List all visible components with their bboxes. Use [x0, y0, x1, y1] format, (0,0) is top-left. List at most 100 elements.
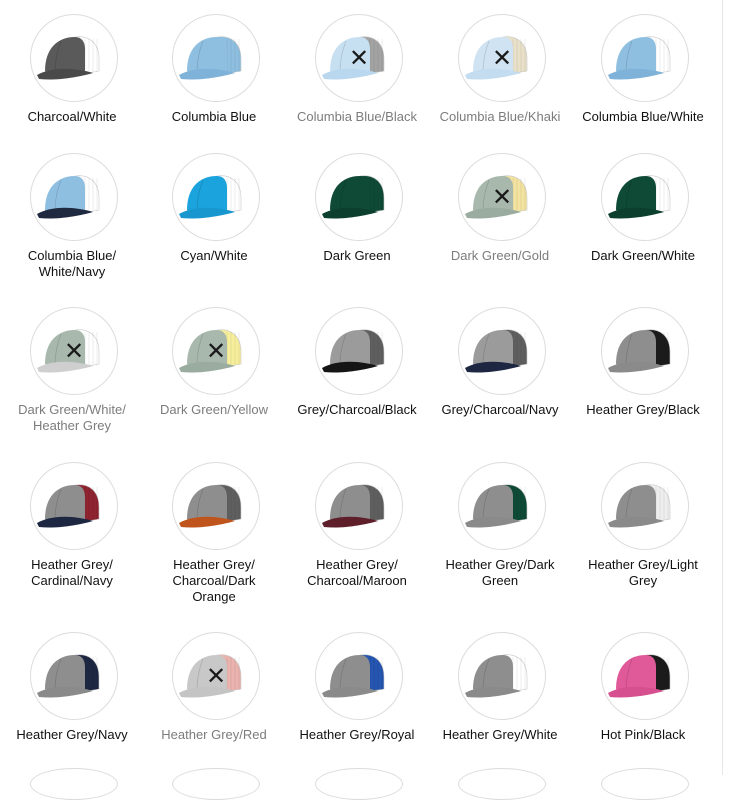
swatch-label: Dark Green/Yellow	[160, 402, 268, 417]
swatch-label: Columbia Blue	[171, 109, 257, 124]
swatch-label: Columbia Blue/White	[582, 109, 704, 124]
cap-image	[322, 175, 385, 219]
cap-image	[37, 484, 100, 528]
swatch-circle[interactable]	[601, 153, 689, 241]
swatch-label: Heather Grey/ Charcoal/Maroon	[307, 557, 407, 588]
color-swatch-option[interactable]: Dark Green/White	[573, 139, 713, 289]
unavailable-x-icon: ✕	[205, 662, 227, 690]
color-swatch-option[interactable]: Heather Grey/Royal	[287, 618, 427, 768]
swatch-circle[interactable]: ✕	[315, 14, 403, 102]
cap-image	[608, 36, 671, 80]
swatch-circle[interactable]	[315, 307, 403, 395]
swatch-circle[interactable]	[601, 632, 689, 720]
unavailable-x-icon: ✕	[63, 337, 85, 365]
cap-image	[465, 484, 528, 528]
color-swatch-option[interactable]: Heather Grey/Black	[573, 293, 713, 443]
cap-image	[608, 329, 671, 373]
unavailable-x-icon: ✕	[205, 337, 227, 365]
swatch-label: Heather Grey/Light Grey	[588, 557, 698, 588]
swatch-label: Charcoal/White	[27, 109, 117, 124]
cap-image	[608, 484, 671, 528]
cap-image	[465, 329, 528, 373]
color-swatch-option[interactable]: Dark Green	[287, 139, 427, 289]
swatch-circle[interactable]	[30, 153, 118, 241]
color-swatch-option[interactable]: Heather Grey/Light Grey	[573, 448, 713, 598]
swatch-circle[interactable]	[458, 632, 546, 720]
cap-image	[37, 36, 100, 80]
swatch-label: Hot Pink/Black	[600, 727, 686, 742]
swatch-circle[interactable]: ✕	[458, 153, 546, 241]
color-swatch-grid: Charcoal/White Columbia Blue ✕ Columbia Blu…	[0, 0, 722, 775]
cap-image	[608, 175, 671, 219]
color-swatch-option[interactable]: Grey/Charcoal/Black	[287, 293, 427, 443]
color-swatch-option[interactable]: Heather Grey/Dark Green	[430, 448, 570, 598]
cap-image	[179, 36, 242, 80]
cap-image	[179, 484, 242, 528]
color-swatch-option[interactable]: Cyan/White	[144, 139, 284, 289]
swatch-circle[interactable]	[30, 14, 118, 102]
color-swatch-option[interactable]: Heather Grey/ Charcoal/Maroon	[287, 448, 427, 598]
next-row-swatch-peek[interactable]	[315, 768, 403, 800]
swatch-label: Columbia Blue/Khaki	[439, 109, 561, 124]
swatch-label: Heather Grey/ Cardinal/Navy	[31, 557, 113, 588]
swatch-circle[interactable]	[30, 462, 118, 550]
swatch-label: Heather Grey/Black	[586, 402, 700, 417]
color-swatch-option[interactable]: Heather Grey/ Charcoal/Dark Orange	[144, 448, 284, 604]
color-swatch-option[interactable]: ✕ Dark Green/Gold	[430, 139, 570, 289]
swatch-label: Dark Green/Gold	[450, 248, 550, 263]
swatch-label: Heather Grey/Dark Green	[445, 557, 555, 588]
swatch-circle[interactable]	[458, 462, 546, 550]
swatch-circle[interactable]	[601, 462, 689, 550]
color-swatch-option[interactable]: Columbia Blue/White	[573, 0, 713, 150]
color-swatch-option[interactable]: Hot Pink/Black	[573, 618, 713, 768]
cap-image	[322, 654, 385, 698]
swatch-circle[interactable]	[172, 153, 260, 241]
color-swatch-option[interactable]: ✕ Columbia Blue/Khaki	[430, 0, 570, 150]
color-swatch-option[interactable]: Grey/Charcoal/Navy	[430, 293, 570, 443]
swatch-circle[interactable]	[172, 14, 260, 102]
color-swatch-option[interactable]: ✕ Dark Green/White/ Heather Grey	[2, 293, 142, 443]
cap-image	[322, 329, 385, 373]
color-swatch-option[interactable]: Heather Grey/White	[430, 618, 570, 768]
cap-image	[322, 484, 385, 528]
color-swatch-option[interactable]: Heather Grey/ Cardinal/Navy	[2, 448, 142, 598]
swatch-label: Dark Green	[323, 248, 391, 263]
color-swatch-option[interactable]: ✕ Dark Green/Yellow	[144, 293, 284, 443]
swatch-circle[interactable]: ✕	[458, 14, 546, 102]
color-swatch-option[interactable]: Charcoal/White	[2, 0, 142, 150]
next-row-swatch-peek[interactable]	[172, 768, 260, 800]
unavailable-x-icon: ✕	[491, 183, 513, 211]
swatch-circle[interactable]	[30, 632, 118, 720]
swatch-circle[interactable]	[601, 14, 689, 102]
cap-image	[608, 654, 671, 698]
swatch-circle[interactable]	[172, 462, 260, 550]
swatch-circle[interactable]	[315, 462, 403, 550]
swatch-circle[interactable]: ✕	[172, 307, 260, 395]
swatch-label: Heather Grey/ Charcoal/Dark Orange	[172, 557, 256, 604]
swatch-label: Dark Green/White/ Heather Grey	[18, 402, 126, 433]
swatch-circle[interactable]	[315, 632, 403, 720]
next-row-swatch-peek[interactable]	[601, 768, 689, 800]
swatch-circle[interactable]: ✕	[30, 307, 118, 395]
swatch-label: Heather Grey/Red	[161, 727, 267, 742]
color-swatch-option[interactable]: Heather Grey/Navy	[2, 618, 142, 768]
cap-image	[37, 654, 100, 698]
color-swatch-option[interactable]: Columbia Blue	[144, 0, 284, 150]
swatch-label: Cyan/White	[180, 248, 248, 263]
swatch-circle[interactable]: ✕	[172, 632, 260, 720]
color-swatch-option[interactable]: ✕ Columbia Blue/Black	[287, 0, 427, 150]
next-row-swatch-peek[interactable]	[458, 768, 546, 800]
swatch-circle[interactable]	[458, 307, 546, 395]
unavailable-x-icon: ✕	[348, 44, 370, 72]
swatch-circle[interactable]	[601, 307, 689, 395]
swatch-label: Grey/Charcoal/Navy	[441, 402, 559, 417]
unavailable-x-icon: ✕	[491, 44, 513, 72]
swatch-label: Dark Green/White	[590, 248, 696, 263]
cap-image	[37, 175, 100, 219]
color-swatch-option[interactable]: ✕ Heather Grey/Red	[144, 618, 284, 768]
next-row-swatch-peek[interactable]	[30, 768, 118, 800]
swatch-label: Columbia Blue/ White/Navy	[27, 248, 117, 279]
color-swatch-option[interactable]: Columbia Blue/ White/Navy	[2, 139, 142, 289]
swatch-label: Heather Grey/White	[442, 727, 558, 742]
swatch-circle[interactable]	[315, 153, 403, 241]
